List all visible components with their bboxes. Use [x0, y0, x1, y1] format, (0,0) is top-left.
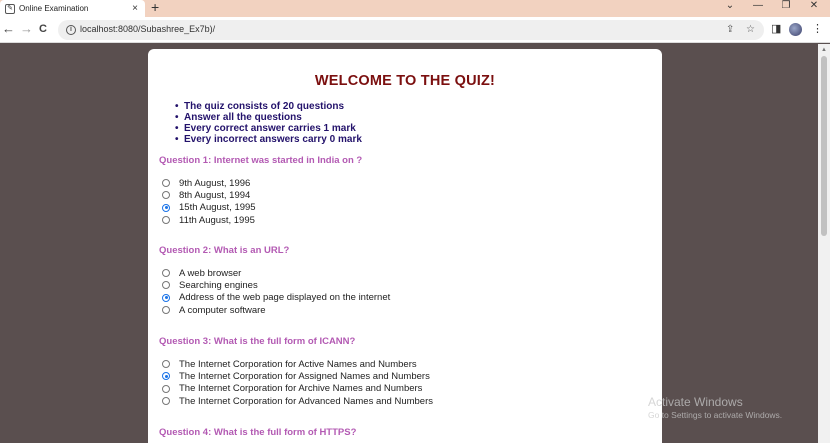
option-label[interactable]: Searching engines [179, 280, 258, 291]
option-row[interactable]: The Internet Corporation for Archive Nam… [159, 383, 433, 395]
option-label[interactable]: The Internet Corporation for Archive Nam… [179, 383, 422, 394]
radio-button[interactable] [162, 269, 170, 278]
site-info-icon[interactable]: i [66, 25, 76, 35]
options-group: The Internet Corporation for Active Name… [159, 358, 433, 407]
scroll-up-icon[interactable]: ▲ [821, 47, 827, 53]
address-bar[interactable]: i localhost:8080/Subashree_Ex7b)/ ⇪ ☆ [58, 20, 764, 40]
side-panel-icon[interactable]: ◨ [771, 23, 781, 35]
close-window-button[interactable]: ✕ [806, 0, 822, 12]
option-label[interactable]: 8th August, 1994 [179, 190, 250, 201]
profile-avatar[interactable] [789, 23, 802, 36]
restore-button[interactable]: ❐ [778, 0, 794, 12]
option-label[interactable]: Address of the web page displayed on the… [179, 292, 390, 303]
question-2: Question 2: What is an URL? A web browse… [159, 245, 390, 316]
rule-item: Every incorrect answers carry 0 mark [175, 134, 362, 145]
option-label[interactable]: 11th August, 1995 [179, 215, 255, 226]
new-tab-button[interactable]: + [151, 0, 159, 14]
option-label[interactable]: The Internet Corporation for Advanced Na… [179, 396, 433, 407]
forward-button[interactable]: → [20, 21, 33, 37]
rule-item: Every correct answer carries 1 mark [175, 123, 362, 134]
watermark-subtitle: Go to Settings to activate Windows. [648, 410, 783, 420]
option-row[interactable]: Searching engines [159, 279, 390, 291]
radio-button[interactable] [162, 191, 170, 200]
tab-title: Online Examination [19, 4, 89, 13]
question-1: Question 1: Internet was started in Indi… [159, 155, 362, 226]
page-title: WELCOME TO THE QUIZ! [314, 73, 496, 89]
radio-button[interactable] [162, 216, 170, 225]
option-row[interactable]: Address of the web page displayed on the… [159, 292, 390, 304]
option-row[interactable]: The Internet Corporation for Active Name… [159, 358, 433, 370]
option-row[interactable]: A computer software [159, 304, 390, 316]
radio-button[interactable] [162, 360, 170, 369]
option-row[interactable]: A web browser [159, 267, 390, 279]
option-label[interactable]: A web browser [179, 268, 241, 279]
option-label[interactable]: 9th August, 1996 [179, 178, 250, 189]
question-3: Question 3: What is the full form of ICA… [159, 336, 433, 407]
option-row[interactable]: 11th August, 1995 [159, 214, 362, 226]
radio-button[interactable] [162, 179, 170, 188]
url-text[interactable]: localhost:8080/Subashree_Ex7b)/ [80, 24, 215, 34]
option-row[interactable]: The Internet Corporation for Assigned Na… [159, 370, 433, 382]
radio-button[interactable] [162, 306, 170, 315]
minimize-button[interactable]: — [750, 0, 766, 12]
question-4: Question 4: What is the full form of HTT… [159, 427, 356, 439]
option-label[interactable]: 15th August, 1995 [179, 202, 256, 213]
bookmark-star-icon[interactable]: ☆ [746, 25, 755, 35]
share-icon[interactable]: ⇪ [726, 25, 734, 35]
radio-button-selected[interactable] [162, 203, 170, 212]
rule-item: Answer all the questions [175, 112, 362, 123]
chevron-down-icon[interactable]: ⌄ [722, 0, 738, 12]
radio-button[interactable] [162, 281, 170, 290]
radio-button-selected[interactable] [162, 293, 170, 302]
option-row[interactable]: 9th August, 1996 [159, 177, 362, 189]
option-row[interactable]: 15th August, 1995 [159, 202, 362, 214]
option-row[interactable]: 8th August, 1994 [159, 189, 362, 201]
windows-activation-watermark: Activate Windows Go to Settings to activ… [648, 395, 782, 421]
question-label: Question 3: What is the full form of ICA… [159, 336, 356, 347]
scrollbar-thumb[interactable] [821, 56, 827, 236]
quiz-card: WELCOME TO THE QUIZ! The quiz consists o… [148, 49, 662, 443]
option-label[interactable]: A computer software [179, 305, 266, 316]
radio-button-selected[interactable] [162, 372, 170, 381]
tab-bar: ✎ Online Examination × + ⌄ — ❐ ✕ [0, 0, 830, 17]
radio-button[interactable] [162, 384, 170, 393]
radio-button[interactable] [162, 397, 170, 406]
options-group: A web browser Searching engines Address … [159, 267, 390, 316]
rules-list: The quiz consists of 20 questions Answer… [175, 101, 362, 145]
browser-toolbar: ← → C i localhost:8080/Subashree_Ex7b)/ … [0, 17, 830, 43]
options-group: 9th August, 1996 8th August, 1994 15th A… [159, 177, 362, 226]
option-label[interactable]: The Internet Corporation for Active Name… [179, 359, 417, 370]
watermark-title: Activate Windows [648, 395, 743, 409]
back-button[interactable]: ← [2, 21, 15, 37]
browser-tab[interactable]: ✎ Online Examination × [0, 0, 145, 17]
menu-icon[interactable]: ⋮ [812, 23, 823, 35]
option-label[interactable]: The Internet Corporation for Assigned Na… [179, 371, 430, 382]
option-row[interactable]: The Internet Corporation for Advanced Na… [159, 395, 433, 407]
question-label: Question 2: What is an URL? [159, 245, 290, 256]
reload-button[interactable]: C [39, 21, 47, 37]
rule-item: The quiz consists of 20 questions [175, 101, 362, 112]
tab-close-icon[interactable]: × [132, 3, 138, 14]
page-favicon-icon: ✎ [5, 3, 15, 14]
page-scrollbar[interactable]: ▲ [818, 44, 830, 443]
question-label: Question 4: What is the full form of HTT… [159, 427, 357, 438]
question-label: Question 1: Internet was started in Indi… [159, 155, 363, 166]
